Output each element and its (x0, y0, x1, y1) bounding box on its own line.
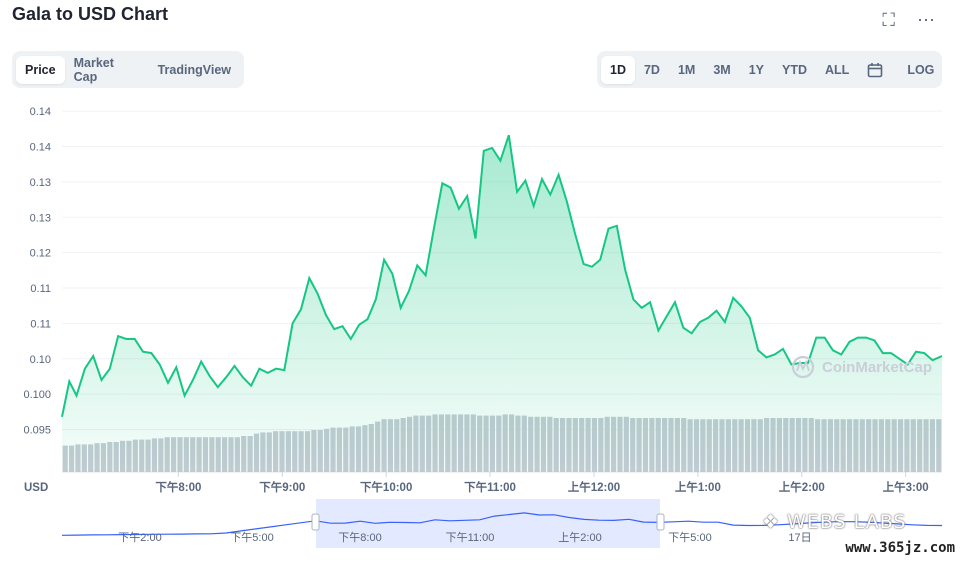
navigator-tick-label: 下午5:00 (230, 531, 273, 544)
y-tick-label: 0.13 (30, 212, 51, 224)
site-watermark: www.365jz.com (845, 540, 955, 556)
x-tick-label: 上午1:00 (675, 480, 721, 494)
y-tick-label: 0.11 (30, 318, 51, 330)
navigator-tick-label: 下午5:00 (668, 531, 711, 544)
y-tick-label: 0.095 (23, 425, 51, 437)
navigator-tick-label: 上午2:00 (558, 531, 601, 544)
y-tick-label: 0.14 (30, 106, 51, 118)
price-chart: 0.14 0.14 0.13 0.13 0.12 0.11 0.11 0.10 0.100 0.0… (23, 106, 943, 548)
x-tick-label: 上午2:00 (779, 480, 825, 494)
x-tick-label: 下午11:00 (464, 480, 516, 494)
navigator-tick-label: 下午8:00 (338, 531, 381, 544)
y-tick-label: 0.11 (30, 283, 51, 295)
y-tick-label: 0.10 (30, 354, 51, 366)
x-tick-label: 上午12:00 (568, 480, 620, 494)
y-tick-label: 0.12 (30, 248, 51, 260)
webs-labs-watermark: ❖ WEBS LABS (762, 511, 907, 533)
y-tick-label: 0.100 (23, 389, 51, 401)
navigator-tick-label: 17日 (788, 532, 811, 544)
navigator-left-handle[interactable] (311, 513, 320, 531)
x-tick-label: 下午10:00 (360, 480, 412, 494)
y-tick-label: 0.13 (30, 177, 51, 189)
navigator-tick-label: 下午2:00 (118, 531, 161, 544)
x-tick-label: 下午8:00 (155, 480, 201, 494)
navigator-tick-label: 下午11:00 (446, 531, 495, 544)
svg-text:CoinMarketCap: CoinMarketCap (822, 359, 932, 376)
x-tick-label: 上午3:00 (883, 480, 929, 494)
price-area (62, 135, 942, 472)
navigator-right-handle[interactable] (656, 513, 665, 531)
y-tick-label: 0.14 (30, 142, 51, 154)
x-tick-label: 下午9:00 (259, 480, 305, 494)
currency-label: USD (24, 482, 48, 494)
